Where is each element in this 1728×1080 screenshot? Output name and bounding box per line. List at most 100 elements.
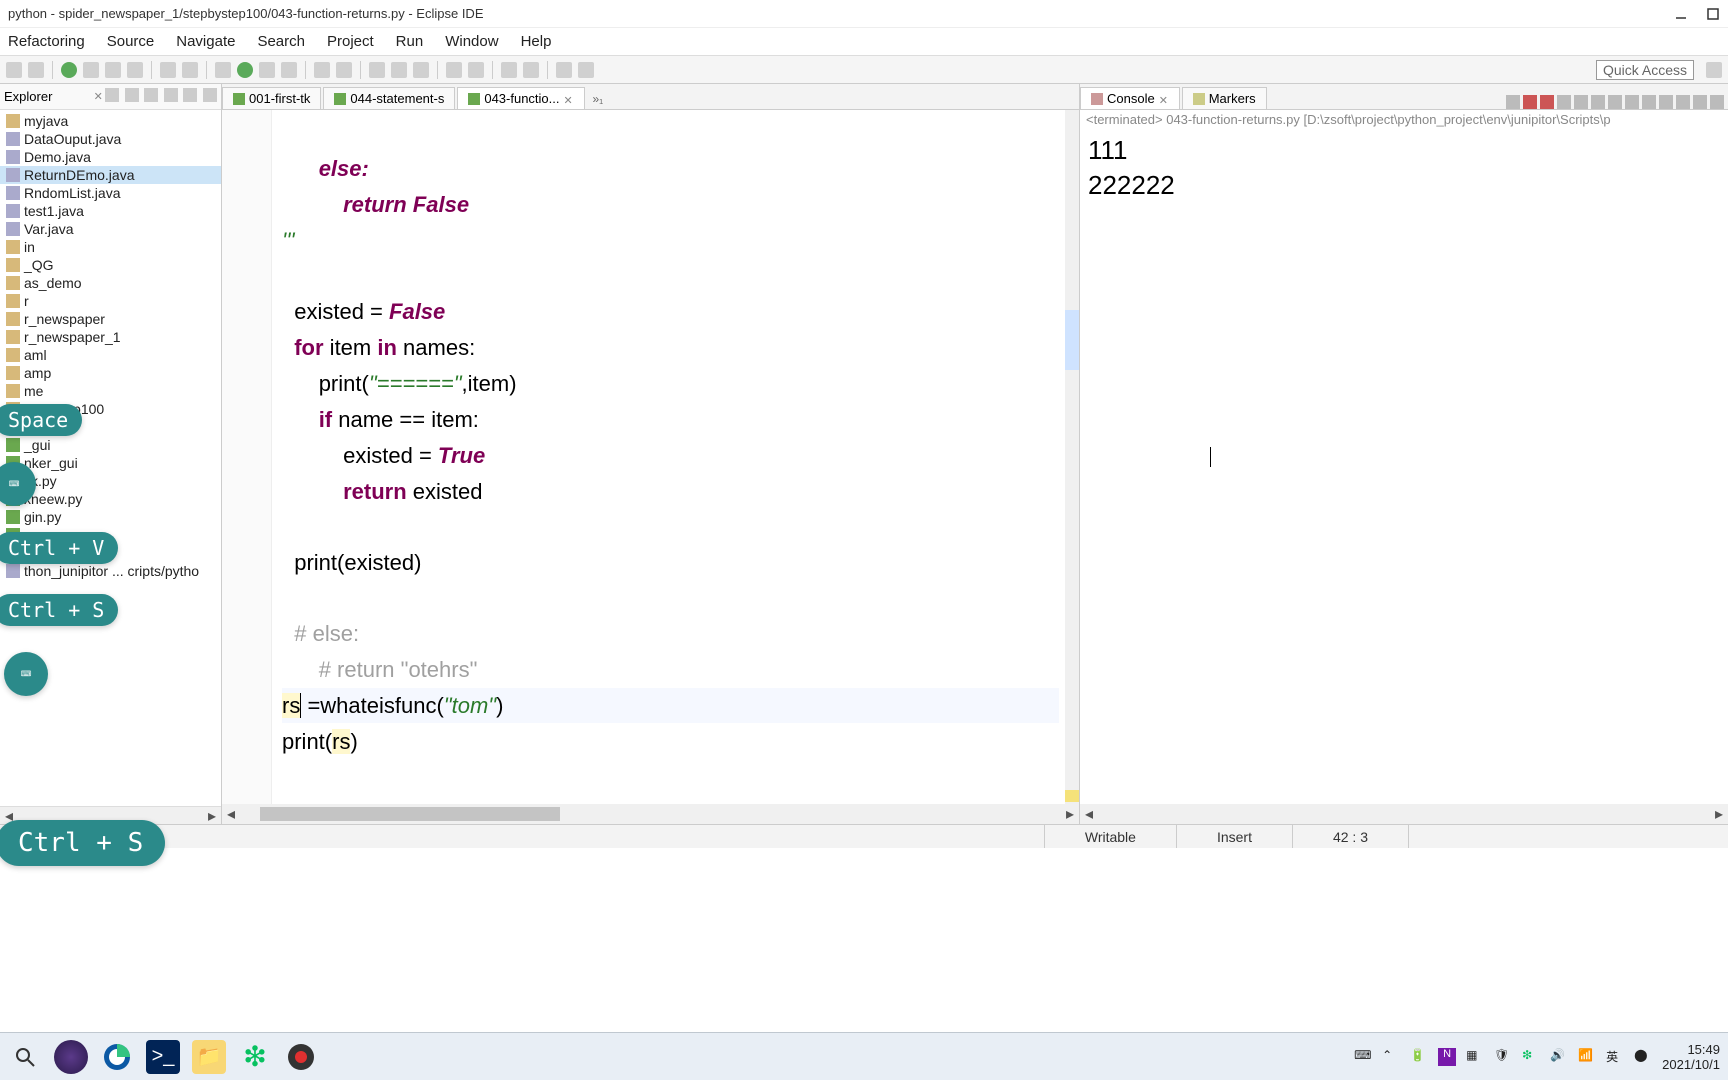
- run-dropdown-icon[interactable]: [237, 62, 253, 78]
- remove-icon[interactable]: [1557, 95, 1571, 109]
- explorer-item[interactable]: as_demo: [0, 274, 221, 292]
- volume-icon[interactable]: 🔊: [1550, 1048, 1568, 1066]
- run-icon[interactable]: [61, 62, 77, 78]
- forward-icon[interactable]: [578, 62, 594, 78]
- explorer-item[interactable]: r_newspaper: [0, 310, 221, 328]
- onenote-icon[interactable]: N: [1438, 1048, 1456, 1066]
- menu-search[interactable]: Search: [253, 31, 309, 52]
- quick-access[interactable]: Quick Access: [1596, 60, 1694, 80]
- toolbar-icon[interactable]: [336, 62, 352, 78]
- menu-icon[interactable]: [164, 88, 178, 102]
- explorer-item[interactable]: RndomList.java: [0, 184, 221, 202]
- overview-ruler[interactable]: [1065, 110, 1079, 804]
- maximize-icon[interactable]: [1706, 7, 1720, 21]
- console-tool-icon[interactable]: [1659, 95, 1673, 109]
- wifi-icon[interactable]: 📶: [1578, 1048, 1596, 1066]
- wechat-icon[interactable]: ❇: [238, 1040, 272, 1074]
- minimize-view-icon[interactable]: [183, 88, 197, 102]
- editor-tab[interactable]: 001-first-tk: [222, 87, 321, 109]
- edge-icon[interactable]: [100, 1040, 134, 1074]
- explorer-item[interactable]: nker_gui: [0, 454, 221, 472]
- markers-tab[interactable]: Markers: [1182, 87, 1267, 109]
- eclipse-icon[interactable]: [54, 1040, 88, 1074]
- explorer-item[interactable]: ReturnDEmo.java: [0, 166, 221, 184]
- link-icon[interactable]: [125, 88, 139, 102]
- menu-help[interactable]: Help: [517, 31, 556, 52]
- tray-icon[interactable]: ▦: [1466, 1048, 1484, 1066]
- toolbar-icon[interactable]: [468, 62, 484, 78]
- pin-icon[interactable]: [1642, 95, 1656, 109]
- back-icon[interactable]: [556, 62, 572, 78]
- keyboard-icon[interactable]: ⌨: [1354, 1048, 1372, 1066]
- explorer-item[interactable]: amp: [0, 364, 221, 382]
- menu-window[interactable]: Window: [441, 31, 502, 52]
- close-icon[interactable]: ✕: [1159, 94, 1169, 104]
- explorer-item[interactable]: r: [0, 292, 221, 310]
- search-icon[interactable]: [8, 1040, 42, 1074]
- battery-icon[interactable]: 🔋: [1410, 1048, 1428, 1066]
- menu-project[interactable]: Project: [323, 31, 378, 52]
- toolbar-icon[interactable]: [314, 62, 330, 78]
- explorer-item[interactable]: myjava: [0, 112, 221, 130]
- close-tab-icon[interactable]: ✕: [564, 94, 574, 104]
- horizontal-scrollbar[interactable]: ◂ ▸: [222, 804, 1079, 824]
- maximize-view-icon[interactable]: [1710, 95, 1724, 109]
- explorer-item[interactable]: gin.py: [0, 508, 221, 526]
- toolbar-icon[interactable]: [391, 62, 407, 78]
- editor-tab-active[interactable]: 043-functio...✕: [457, 87, 584, 109]
- console-h-scrollbar[interactable]: ◂▸: [1080, 804, 1728, 824]
- toolbar-icon[interactable]: [523, 62, 539, 78]
- toolbar-icon[interactable]: [369, 62, 385, 78]
- record-icon[interactable]: [284, 1040, 318, 1074]
- chevron-up-icon[interactable]: ⌃: [1382, 1048, 1400, 1066]
- editor-tab[interactable]: 044-statement-s: [323, 87, 455, 109]
- explorer-item[interactable]: r_newspaper_1: [0, 328, 221, 346]
- explorer-item[interactable]: Var.java: [0, 220, 221, 238]
- maximize-view-icon[interactable]: [203, 88, 217, 102]
- toolbar-icon[interactable]: [127, 62, 143, 78]
- tray-icon[interactable]: 🛡: [1494, 1048, 1512, 1066]
- console-output[interactable]: 111 222222: [1080, 129, 1728, 207]
- toolbar-icon[interactable]: [446, 62, 462, 78]
- scrollbar-thumb[interactable]: [260, 807, 560, 821]
- explorer-item[interactable]: _gui: [0, 436, 221, 454]
- console-tool-icon[interactable]: [1506, 95, 1520, 109]
- scroll-right-icon[interactable]: ▸: [1061, 804, 1079, 824]
- toolbar-icon[interactable]: [83, 62, 99, 78]
- terminate-all-icon[interactable]: [1540, 95, 1554, 109]
- debug-icon[interactable]: [215, 62, 231, 78]
- explorer-item[interactable]: Demo.java: [0, 148, 221, 166]
- explorer-item[interactable]: _QG: [0, 256, 221, 274]
- toolbar-icon[interactable]: [182, 62, 198, 78]
- show-list-icon[interactable]: »₁: [587, 89, 610, 109]
- toolbar-icon[interactable]: [501, 62, 517, 78]
- explorer-item[interactable]: thon_junipitor ... cripts/pytho: [0, 562, 221, 580]
- toolbar-icon[interactable]: [259, 62, 275, 78]
- toolbar-icon[interactable]: [413, 62, 429, 78]
- perspective-icon[interactable]: [1706, 62, 1722, 78]
- toolbar-icon[interactable]: [28, 62, 44, 78]
- scroll-left-icon[interactable]: ◂: [222, 804, 240, 824]
- scroll-right-icon[interactable]: ▸: [203, 806, 221, 826]
- filter-icon[interactable]: [144, 88, 158, 102]
- tray-icon[interactable]: ❇: [1522, 1048, 1540, 1066]
- console-tab[interactable]: Console✕: [1080, 87, 1180, 109]
- menu-source[interactable]: Source: [103, 31, 159, 52]
- console-dropdown-icon[interactable]: [1676, 95, 1690, 109]
- toolbar-icon[interactable]: [160, 62, 176, 78]
- toolbar-icon[interactable]: [281, 62, 297, 78]
- file-explorer-icon[interactable]: 📁: [192, 1040, 226, 1074]
- tray-icon[interactable]: ⬤: [1634, 1048, 1652, 1066]
- menu-run[interactable]: Run: [392, 31, 428, 52]
- console-tool-icon[interactable]: [1591, 95, 1605, 109]
- collapse-icon[interactable]: [105, 88, 119, 102]
- explorer-item[interactable]: in: [0, 238, 221, 256]
- explorer-item[interactable]: DataOuput.java: [0, 130, 221, 148]
- ime-icon[interactable]: 英: [1606, 1048, 1624, 1066]
- console-tool-icon[interactable]: [1625, 95, 1639, 109]
- explorer-item[interactable]: me: [0, 382, 221, 400]
- powershell-icon[interactable]: >_: [146, 1040, 180, 1074]
- toolbar-icon[interactable]: [6, 62, 22, 78]
- minimize-view-icon[interactable]: [1693, 95, 1707, 109]
- menu-refactoring[interactable]: Refactoring: [4, 31, 89, 52]
